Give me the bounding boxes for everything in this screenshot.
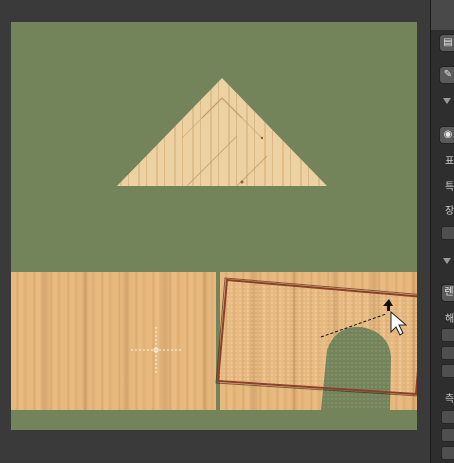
wood-tile-left[interactable]	[11, 272, 216, 410]
sidebar-label-3: 장	[445, 206, 454, 217]
layers-icon[interactable]: ▤	[439, 34, 454, 52]
stepper-2[interactable]	[441, 346, 454, 360]
checkbox-toggle[interactable]	[441, 226, 454, 240]
canvas[interactable]	[11, 22, 417, 430]
pin-icon[interactable]: ✎	[439, 66, 454, 84]
sidebar-label-1: 표	[445, 156, 454, 167]
stepper-6[interactable]	[441, 446, 454, 460]
stepper-3[interactable]	[441, 364, 454, 378]
camera-icon[interactable]: ◉	[439, 126, 454, 144]
render-field-label: 렌	[444, 287, 454, 298]
render-field[interactable]: 렌	[441, 284, 454, 302]
wood-triangle[interactable]	[117, 78, 327, 187]
editor-viewport[interactable]	[0, 0, 430, 463]
sidebar-label-5: 해	[445, 314, 454, 325]
section-collapse-icon-2[interactable]	[443, 258, 451, 264]
canvas-bottom-band	[11, 410, 417, 430]
sidebar-label-2: 특	[445, 182, 454, 193]
stepper-1[interactable]	[441, 328, 454, 342]
properties-panel: ▤ ✎ ◉ 표 특 장 렌 해 측	[430, 0, 454, 463]
section-collapse-icon-1[interactable]	[443, 98, 451, 104]
toolbar-grip-icon[interactable]	[431, 0, 454, 30]
stepper-5[interactable]	[441, 428, 454, 442]
sidebar-label-6: 측	[445, 394, 454, 405]
stepper-4[interactable]	[441, 410, 454, 424]
